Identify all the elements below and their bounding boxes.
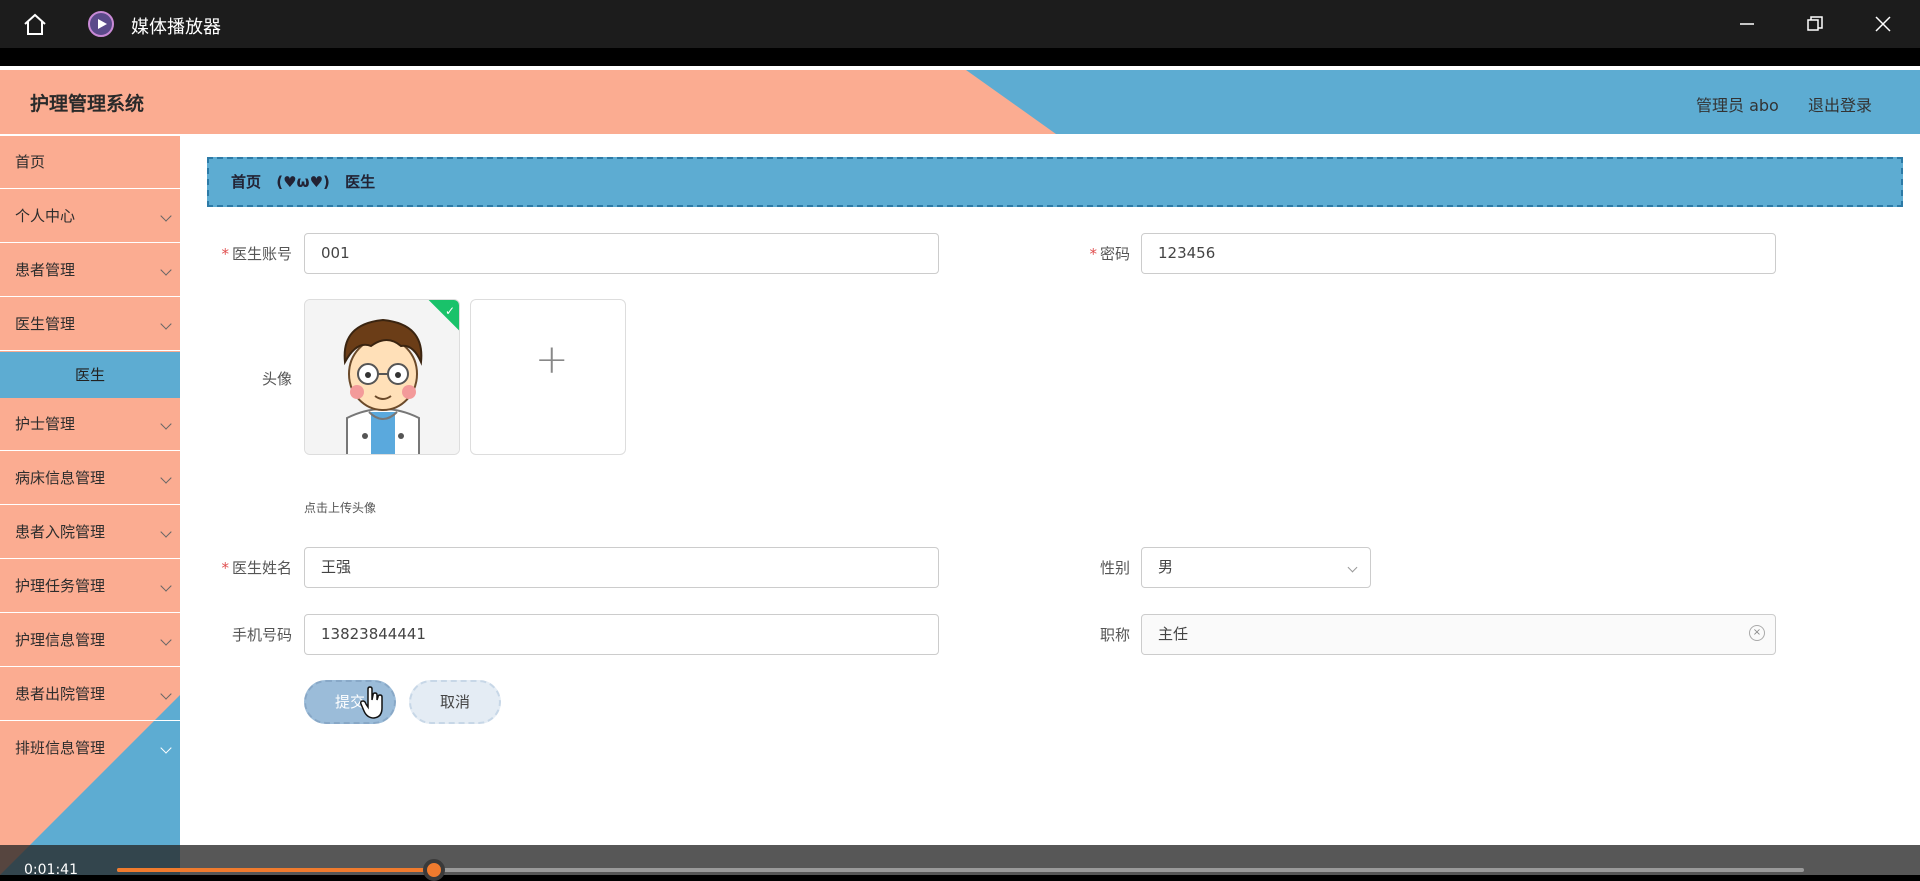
hand-cursor-icon <box>360 686 383 719</box>
chevron-down-icon <box>160 264 172 276</box>
window-titlebar: 媒体播放器 <box>0 0 1920 48</box>
password-input[interactable]: 123456 <box>1141 233 1776 274</box>
chevron-down-icon <box>160 318 172 330</box>
sidebar-item-personal-center[interactable]: 个人中心 <box>0 190 180 243</box>
phone-label: 手机号码 <box>231 626 292 644</box>
chevron-down-icon <box>160 742 172 754</box>
name-input[interactable]: 王强 <box>304 547 939 588</box>
chevron-down-icon <box>160 472 172 484</box>
sidebar-item-label: 个人中心 <box>15 207 76 225</box>
clear-icon[interactable]: × <box>1749 625 1765 641</box>
sidebar-item-admission[interactable]: 患者入院管理 <box>0 506 180 559</box>
app-brand: 护理管理系统 <box>30 93 145 115</box>
avatar-upload-button[interactable]: + <box>470 299 626 455</box>
playback-time: 0:01:41 <box>24 862 78 878</box>
app-viewport: 护理管理系统 管理员 abo 退出登录 首页 个人中心 患者管理 医生管理 医生… <box>0 66 1920 875</box>
account-label: * 医生账号 <box>210 243 292 264</box>
window-title: 媒体播放器 <box>131 17 221 38</box>
title-input-value: 主任 <box>1158 625 1189 643</box>
sidebar-item-label: 排班信息管理 <box>15 739 106 757</box>
sidebar-item-schedule[interactable]: 排班信息管理 <box>0 722 180 775</box>
seek-bar-progress <box>117 868 435 872</box>
sidebar-item-label: 护理信息管理 <box>15 631 106 649</box>
logout-link[interactable]: 退出登录 <box>1808 92 1872 116</box>
check-icon: ✓ <box>444 304 455 318</box>
gender-select-value: 男 <box>1158 558 1174 576</box>
home-icon[interactable] <box>22 12 48 36</box>
breadcrumb-current: 医生 <box>345 173 376 191</box>
breadcrumb: 首页 (♥ω♥) 医生 <box>207 157 1903 207</box>
seek-bar[interactable] <box>117 868 1804 872</box>
sidebar-item-doctors[interactable]: 医生管理 <box>0 298 180 351</box>
close-icon[interactable] <box>1871 12 1895 36</box>
required-mark: * <box>1089 245 1097 263</box>
chevron-down-icon <box>160 580 172 592</box>
sidebar-item-patients[interactable]: 患者管理 <box>0 244 180 297</box>
sidebar-item-nurses[interactable]: 护士管理 <box>0 398 180 451</box>
account-input[interactable]: 001 <box>304 233 939 274</box>
avatar-label: 头像 <box>261 370 292 388</box>
avatar-preview[interactable]: ✓ <box>304 299 460 455</box>
sidebar-item-care-info[interactable]: 护理信息管理 <box>0 614 180 667</box>
chevron-down-icon <box>160 688 172 700</box>
sidebar-item-label: 患者入院管理 <box>15 523 106 541</box>
sidebar-item-label: 病床信息管理 <box>15 469 106 487</box>
sidebar-item-label: 患者管理 <box>15 261 76 279</box>
chevron-down-icon <box>160 526 172 538</box>
breadcrumb-separator: (♥ω♥) <box>276 173 330 191</box>
title-input[interactable]: 主任 × <box>1141 614 1776 655</box>
plus-icon: + <box>535 337 569 383</box>
app-header: 护理管理系统 管理员 abo 退出登录 <box>0 70 1920 134</box>
current-user: 管理员 abo <box>1696 96 1779 115</box>
chevron-down-icon <box>160 634 172 646</box>
seek-handle[interactable] <box>423 859 446 881</box>
name-label: * 医生姓名 <box>210 557 292 578</box>
phone-input[interactable]: 13823844441 <box>304 614 939 655</box>
password-label-text: 密码 <box>1099 245 1130 263</box>
sidebar-item-label: 患者出院管理 <box>15 685 106 703</box>
name-label-text: 医生姓名 <box>231 559 292 577</box>
restore-icon[interactable] <box>1803 12 1827 36</box>
header-blue-panel <box>1056 70 1920 134</box>
gender-select[interactable]: 男 <box>1141 547 1371 588</box>
sidebar-item-label: 护理任务管理 <box>15 577 106 595</box>
sidebar-item-label: 医生管理 <box>15 315 76 333</box>
required-mark: * <box>221 559 229 577</box>
password-label: * 密码 <box>1048 243 1130 264</box>
sidebar-subitem-doctor[interactable]: 医生 <box>0 352 180 398</box>
title-label: 职称 <box>1099 626 1130 644</box>
gender-label: 性别 <box>1099 559 1130 577</box>
sidebar-item-home[interactable]: 首页 <box>0 136 180 189</box>
sidebar-item-discharge[interactable]: 患者出院管理 <box>0 668 180 721</box>
doctor-avatar-image <box>305 300 459 454</box>
avatar-hint: 点击上传头像 <box>304 501 377 515</box>
sidebar: 首页 个人中心 患者管理 医生管理 医生 护士管理 病床信息管理 患者入院管理 … <box>0 136 180 875</box>
cancel-button[interactable]: 取消 <box>409 680 501 724</box>
sidebar-item-label: 首页 <box>15 153 46 171</box>
sidebar-item-label: 护士管理 <box>15 415 76 433</box>
media-player-controls: 0:01:41 <box>0 845 1920 881</box>
breadcrumb-home[interactable]: 首页 <box>231 173 261 191</box>
chevron-down-icon <box>160 210 172 222</box>
account-label-text: 医生账号 <box>231 245 292 263</box>
sidebar-item-care-tasks[interactable]: 护理任务管理 <box>0 560 180 613</box>
chevron-down-icon <box>160 418 172 430</box>
header-wedge <box>966 70 1056 134</box>
media-player-app-icon <box>88 11 114 37</box>
required-mark: * <box>221 245 229 263</box>
sidebar-item-beds[interactable]: 病床信息管理 <box>0 452 180 505</box>
minimize-icon[interactable] <box>1735 12 1759 36</box>
chevron-down-icon <box>1347 562 1358 573</box>
